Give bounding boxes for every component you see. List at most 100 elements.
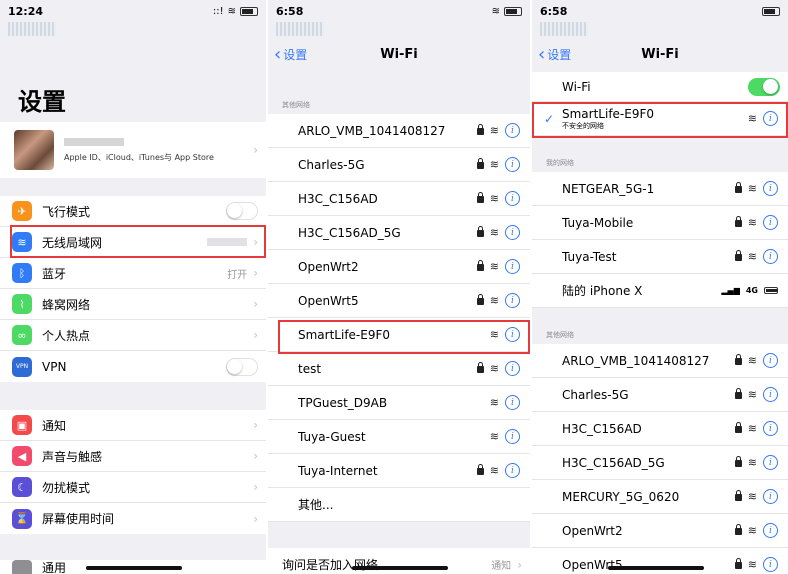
info-icon[interactable]: i bbox=[763, 181, 778, 196]
toggle-switch[interactable] bbox=[226, 357, 258, 376]
info-icon[interactable]: i bbox=[505, 157, 520, 172]
lock-icon bbox=[734, 524, 742, 535]
toggle-switch[interactable] bbox=[226, 202, 258, 220]
network-name: Charles-5G bbox=[562, 387, 629, 402]
info-icon[interactable]: i bbox=[763, 523, 778, 538]
network-row[interactable]: Tuya-Mobile ≋ i bbox=[532, 206, 788, 240]
status-icons: ::! ≋ bbox=[213, 6, 258, 17]
settings-row[interactable]: ᛒ 蓝牙 打开 › bbox=[0, 258, 266, 289]
wifi-signal-icon: ≋ bbox=[747, 422, 757, 435]
network-name: Tuya-Internet bbox=[298, 463, 378, 478]
network-row[interactable]: ARLO_VMB_1041408127 ≋ i bbox=[268, 114, 530, 148]
apple-id-row[interactable]: Apple ID、iCloud、iTunes与 App Store › bbox=[0, 122, 266, 178]
other-network-row[interactable]: 其他... bbox=[268, 488, 530, 522]
nav-bar: ‹ 设置 Wi-Fi bbox=[532, 36, 788, 72]
hotspot-icon: ∞ bbox=[12, 325, 32, 345]
network-row[interactable]: TPGuest_D9AB ≋ i bbox=[268, 386, 530, 420]
info-icon[interactable]: i bbox=[763, 353, 778, 368]
chevron-right-icon: › bbox=[253, 297, 258, 311]
network-row[interactable]: NETGEAR_5G-1 ≋ i bbox=[532, 172, 788, 206]
network-name: Charles-5G bbox=[298, 157, 365, 172]
info-icon[interactable]: i bbox=[505, 395, 520, 410]
back-button[interactable]: ‹ 设置 bbox=[274, 44, 307, 65]
lock-icon bbox=[734, 216, 742, 227]
network-row[interactable]: H3C_C156AD_5G ≋ i bbox=[532, 446, 788, 480]
network-row[interactable]: OpenWrt5 ≋ i bbox=[268, 284, 530, 318]
lock-icon bbox=[734, 182, 742, 193]
lock-icon bbox=[476, 464, 484, 475]
network-row[interactable]: test ≋ i bbox=[268, 352, 530, 386]
hotspot-signal: 4G bbox=[745, 286, 758, 295]
network-row[interactable]: Tuya-Test ≋ i bbox=[532, 240, 788, 274]
info-icon[interactable]: i bbox=[763, 455, 778, 470]
info-icon[interactable]: i bbox=[505, 463, 520, 478]
settings-row[interactable]: ⌇ 蜂窝网络 › bbox=[0, 289, 266, 320]
info-icon[interactable]: i bbox=[505, 123, 520, 138]
wifi-signal-icon: ≋ bbox=[489, 464, 499, 477]
network-name: NETGEAR_5G-1 bbox=[562, 181, 655, 196]
settings-label: 通知 bbox=[42, 418, 67, 433]
network-row[interactable]: OpenWrt2 ≋ i bbox=[268, 250, 530, 284]
info-icon[interactable]: i bbox=[763, 215, 778, 230]
settings-row[interactable]: ∞ 个人热点 › bbox=[0, 320, 266, 351]
nav-bar: ‹ 设置 Wi-Fi bbox=[268, 36, 530, 72]
wifi-toggle[interactable] bbox=[748, 77, 780, 96]
home-indicator bbox=[86, 566, 182, 570]
chevron-left-icon: ‹ bbox=[274, 43, 282, 65]
network-name: Tuya-Guest bbox=[298, 429, 366, 444]
settings-row[interactable]: ◀ 声音与触感 › bbox=[0, 441, 266, 472]
network-row[interactable]: OpenWrt2 ≋ i bbox=[532, 514, 788, 548]
wifi-signal-icon: ≋ bbox=[489, 192, 499, 205]
wifi-signal-icon: ≋ bbox=[489, 124, 499, 137]
info-icon[interactable]: i bbox=[763, 249, 778, 264]
info-icon[interactable]: i bbox=[763, 421, 778, 436]
status-time: 6:58 bbox=[540, 4, 568, 18]
network-row[interactable]: H3C_C156AD_5G ≋ i bbox=[268, 216, 530, 250]
cellular-bars-icon: ▂▄▆ bbox=[721, 286, 740, 295]
info-icon[interactable]: i bbox=[505, 293, 520, 308]
network-row[interactable]: Charles-5G ≋ i bbox=[532, 378, 788, 412]
info-icon[interactable]: i bbox=[505, 361, 520, 376]
network-row[interactable]: OpenWrt5 ≋ i bbox=[532, 548, 788, 574]
info-icon[interactable]: i bbox=[505, 259, 520, 274]
status-time: 6:58 bbox=[276, 4, 304, 18]
info-icon[interactable]: i bbox=[505, 191, 520, 206]
network-row[interactable]: Tuya-Guest ≋ i bbox=[268, 420, 530, 454]
network-row[interactable]: H3C_C156AD ≋ i bbox=[532, 412, 788, 446]
lock-icon bbox=[476, 158, 484, 169]
status-icons: ≋ bbox=[492, 6, 522, 17]
battery-icon bbox=[240, 6, 258, 16]
network-row[interactable]: Tuya-Internet ≋ i bbox=[268, 454, 530, 488]
settings-row[interactable]: ☾ 勿扰模式 › bbox=[0, 472, 266, 503]
settings-row[interactable]: VPN VPN bbox=[0, 351, 266, 382]
network-name: TPGuest_D9AB bbox=[298, 395, 388, 410]
do-not-disturb-icon: ☾ bbox=[12, 477, 32, 497]
settings-row[interactable]: ✈ 飞行模式 bbox=[0, 196, 266, 227]
network-row[interactable]: Charles-5G ≋ i bbox=[268, 148, 530, 182]
settings-row[interactable]: ⌛ 屏幕使用时间 › bbox=[0, 503, 266, 534]
network-row[interactable]: ARLO_VMB_1041408127 ≋ i bbox=[532, 344, 788, 378]
settings-label: 屏幕使用时间 bbox=[42, 512, 115, 526]
wifi-signal-icon: ≋ bbox=[489, 260, 499, 273]
page-title: 设置 bbox=[18, 88, 66, 116]
info-icon[interactable]: i bbox=[763, 387, 778, 402]
back-button[interactable]: ‹ 设置 bbox=[538, 44, 571, 65]
wifi-signal-icon: ≋ bbox=[489, 294, 499, 307]
settings-row[interactable]: ▣ 通知 › bbox=[0, 410, 266, 441]
info-icon[interactable]: i bbox=[763, 489, 778, 504]
settings-label: 声音与触感 bbox=[42, 449, 103, 464]
back-label: 设置 bbox=[283, 47, 308, 62]
ask-label: 询问是否加入网络 bbox=[282, 558, 379, 572]
status-bar: 6:58 bbox=[532, 0, 788, 22]
network-row[interactable]: H3C_C156AD ≋ i bbox=[268, 182, 530, 216]
wifi-signal-icon: ≋ bbox=[747, 490, 757, 503]
hotspot-row[interactable]: 陆的 iPhone X ▂▄▆ 4G bbox=[532, 274, 788, 308]
info-icon[interactable]: i bbox=[505, 429, 520, 444]
battery-icon bbox=[762, 6, 780, 16]
chevron-right-icon: › bbox=[253, 328, 258, 342]
ask-to-join-row[interactable]: 询问是否加入网络 通知 › bbox=[268, 548, 530, 574]
network-row[interactable]: MERCURY_5G_0620 ≋ i bbox=[532, 480, 788, 514]
info-icon[interactable]: i bbox=[505, 225, 520, 240]
nav-title: Wi-Fi bbox=[380, 46, 418, 62]
info-icon[interactable]: i bbox=[763, 557, 778, 572]
